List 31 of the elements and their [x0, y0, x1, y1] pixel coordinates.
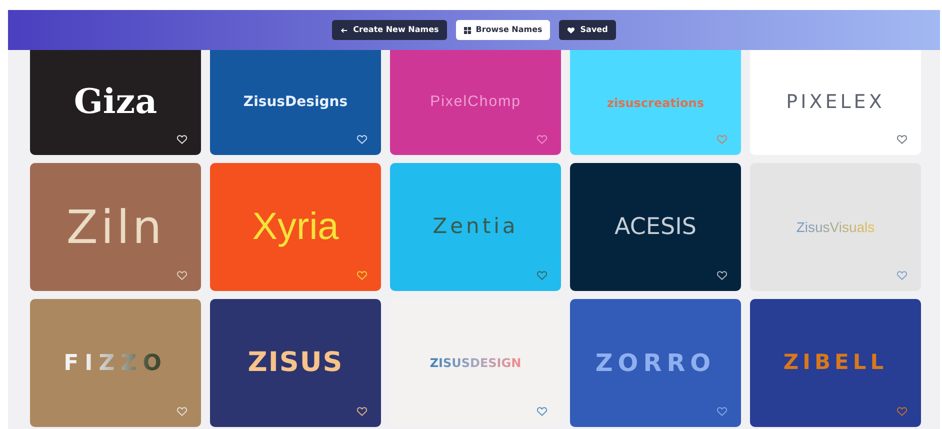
name-card[interactable]: ZisusVisuals — [750, 163, 921, 291]
nav-button[interactable]: Browse Names — [456, 20, 550, 40]
logo-text: PIXELEX — [786, 90, 885, 116]
name-card[interactable]: zisuscreations — [570, 50, 741, 155]
arrow-left-icon — [340, 26, 348, 34]
nav-button[interactable]: Create New Names — [332, 20, 447, 40]
name-card[interactable]: Giza — [30, 50, 201, 155]
logo-text: ZisusDesigns — [243, 93, 348, 112]
name-card[interactable]: PixelChomp — [390, 50, 561, 155]
logo-text: Ziln — [66, 198, 165, 256]
logo-text: Giza — [74, 81, 158, 124]
logo-text: ZORRO — [595, 348, 716, 379]
name-card[interactable]: ZIBELL — [750, 299, 921, 427]
name-card[interactable]: ZORRO — [570, 299, 741, 427]
logo-text: Zentia — [432, 213, 518, 240]
logo-text: ACESIS — [614, 212, 696, 242]
logo-text: ZIBELL — [783, 349, 888, 376]
logo-text: Xyria — [252, 204, 339, 250]
name-card[interactable]: ACESIS — [570, 163, 741, 291]
heart-icon — [567, 26, 576, 34]
logo-text: PixelChomp — [430, 92, 521, 112]
name-card[interactable]: Ziln — [30, 163, 201, 291]
name-card[interactable]: Zentia — [390, 163, 561, 291]
name-card[interactable]: ZisusDesigns — [210, 50, 381, 155]
name-card[interactable]: ZISUS — [210, 299, 381, 427]
logo-text: ZISUS — [248, 346, 344, 380]
name-card[interactable]: Xyria — [210, 163, 381, 291]
nav-button[interactable]: Saved — [559, 20, 616, 40]
logo-text: zisuscreations — [607, 94, 704, 112]
grid-icon — [464, 26, 471, 34]
name-card[interactable]: PIXELEX — [750, 50, 921, 155]
